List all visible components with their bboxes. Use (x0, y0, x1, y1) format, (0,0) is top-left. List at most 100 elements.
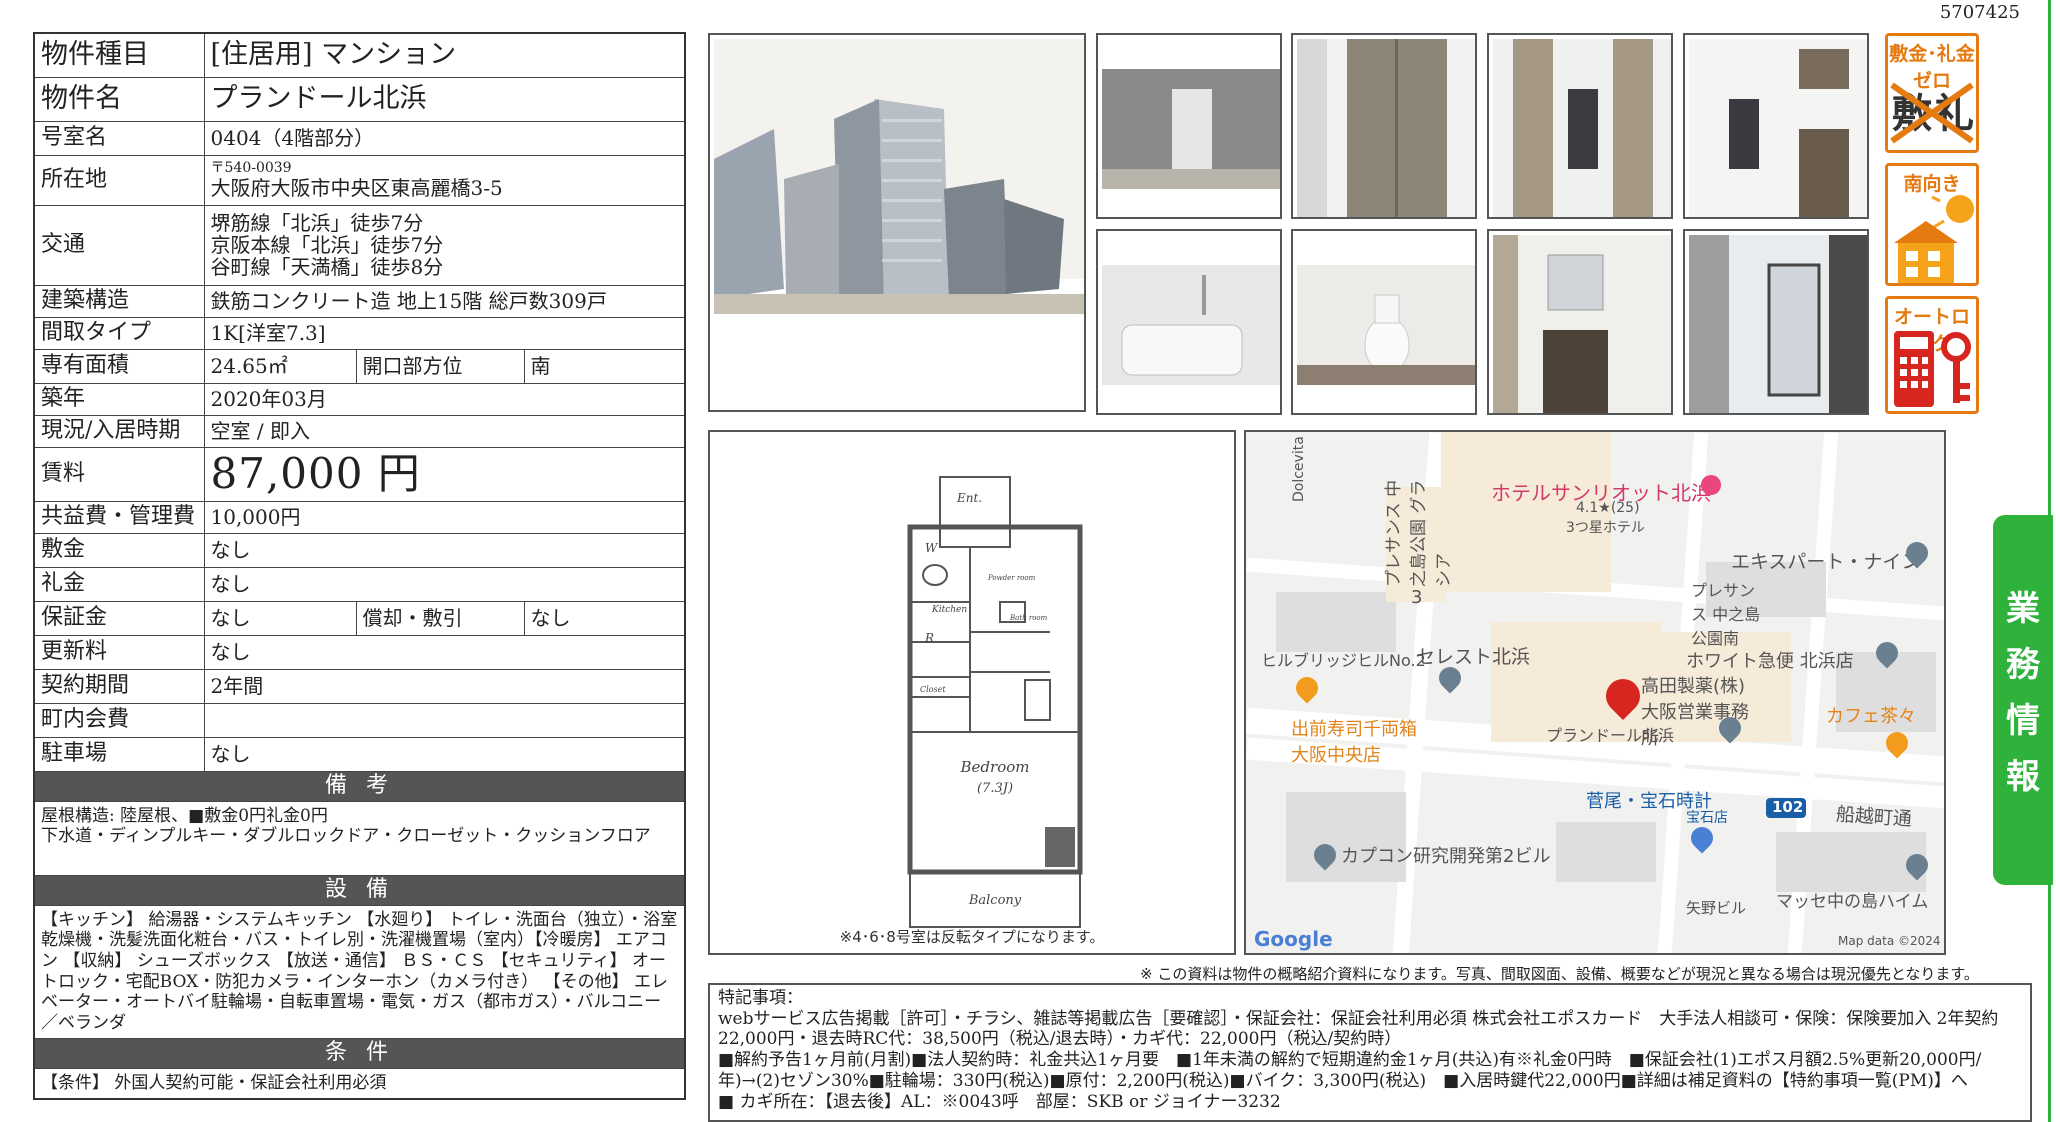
contract-label: 契約期間 (33, 668, 205, 704)
opening-value: 南 (523, 348, 686, 384)
keypad-key-icon (1894, 331, 1971, 407)
area-label: 専有面積 (33, 348, 205, 384)
layout-label: 間取タイプ (33, 316, 205, 350)
map-label-hilbridge: ヒルブリッジヒルNo.2 (1261, 651, 1426, 670)
plan-note: ※4･6･8号室は反転タイプになります。 (840, 928, 1105, 946)
guarantee-value: なし (203, 600, 357, 636)
sun-house-icon (1894, 195, 1974, 283)
structure-label: 建築構造 (33, 284, 205, 318)
side-tab-char: 業 (2006, 589, 2040, 629)
conditions-body: 【条件】 外国人契約可能・保証会社利用必須 (33, 1067, 686, 1100)
built-label: 築年 (33, 382, 205, 416)
conditions-header: 条 件 (33, 1037, 686, 1069)
remarks-header: 備 考 (33, 770, 686, 802)
balcony-image (1689, 235, 1867, 413)
badge-south-facing: 南向き (1885, 163, 1979, 286)
notes-line: webサービス広告掲載［許可］・チラシ、雑誌等掲載広告［要確認］・保証会社：保証… (718, 1008, 1999, 1050)
parking-value: なし (203, 736, 686, 772)
plan-closet-label: Closet (920, 685, 946, 694)
document-id: 5707425 (1939, 2, 2020, 23)
status-label: 現況/入居時期 (33, 414, 205, 448)
contract-value: 2年間 (203, 668, 686, 704)
building-exterior-image (714, 39, 1084, 410)
map-label-cafe: カフェ茶々 (1826, 706, 1916, 727)
transport-line: 堺筋線「北浜」徒歩7分 (210, 211, 424, 235)
room-photo-8[interactable] (1683, 229, 1869, 415)
map-label-celest: セレスト北浜 (1416, 646, 1531, 668)
google-logo: Google (1254, 927, 1333, 951)
notes-line: ■ カギ所在：【退去後】AL：※0043呼 部屋：SKB or ジョイナー323… (718, 1091, 1281, 1112)
town-fee-value (203, 702, 686, 738)
built-value: 2020年03月 (203, 382, 686, 416)
notes-line: ■解約予告1ヶ月前(月割)■法人契約時：礼金共込1ヶ月要 ■1年未満の解約で短期… (718, 1050, 1982, 1091)
plan-bedroom-label: Bedroom (960, 758, 1030, 776)
floor-plan[interactable]: Ent. W R Kitchen Powder room Bath room C… (708, 430, 1236, 955)
town-fee-label: 町内会費 (33, 702, 205, 738)
map-label-sushi: 出前寿司千両箱 大阪中央店 (1291, 719, 1417, 766)
facilities-header: 設 備 (33, 874, 686, 906)
parking-label: 駐車場 (33, 736, 205, 772)
map-label-sugao2: 宝石店 (1686, 810, 1728, 826)
transport-cell: 堺筋線「北浜」徒歩7分 京阪本線「北浜」徒歩7分 谷町線「天満橋」徒歩8分 (203, 204, 686, 286)
hotel-pin-icon[interactable] (1701, 475, 1721, 495)
room-photo-6[interactable] (1291, 229, 1477, 415)
plan-bath-label: Bath room (1009, 614, 1048, 622)
room-photo-5[interactable] (1096, 229, 1282, 415)
renewal-value: なし (203, 634, 686, 670)
amort-label: 償却・敷引 (355, 600, 525, 636)
notes-title: 特記事項： (718, 988, 803, 1008)
plan-w-label: W (925, 541, 939, 555)
transport-line: 京阪本線「北浜」徒歩7分 (210, 233, 444, 257)
map-label-hotel-rating: 4.1★(25) (1576, 500, 1640, 516)
deposit-label: 敷金 (33, 532, 205, 568)
key-money-value: なし (203, 566, 686, 602)
rent-value: 87,000 円 (203, 446, 686, 502)
room-photo-1[interactable] (1096, 33, 1282, 219)
room-photo-7[interactable] (1487, 229, 1673, 415)
name-label: 物件名 (33, 76, 205, 122)
plan-r-label: R (924, 631, 934, 645)
map-label-dolcevita: Dolcevita KITAHAMA (1291, 430, 1307, 502)
room-interior-image (1102, 39, 1280, 217)
name-value: プランドール北浜 (203, 76, 686, 122)
disclaimer-text: ※ この資料は物件の概略紹介資料になります。写真、間取図面、設備、概要などが現況… (1140, 965, 1979, 983)
address-label: 所在地 (33, 154, 205, 206)
special-notes: 特記事項： webサービス広告掲載［許可］・チラシ、雑誌等掲載広告［要確認］・保… (708, 983, 2032, 1122)
room-label: 号室名 (33, 120, 205, 156)
exterior-photo[interactable] (708, 33, 1086, 412)
rent-label: 賃料 (33, 446, 205, 502)
map-label-white: ホワイト急便 北浜店 (1686, 651, 1854, 672)
bathroom-image (1102, 235, 1280, 413)
plan-kitchen-label: Kitchen (931, 605, 967, 615)
plan-powder-label: Powder room (987, 574, 1036, 582)
fee-value: 10,000円 (203, 500, 686, 534)
transport-label: 交通 (33, 204, 205, 286)
map-label-funakoshi: 船越町通 (1835, 803, 1913, 831)
room-photo-3[interactable] (1487, 33, 1673, 219)
property-table: 物件種目 [住居用] マンション 物件名 プランドール北浜 号室名 0404（4… (33, 32, 686, 1100)
transport-line: 谷町線「天満橋」徒歩8分 (210, 255, 444, 279)
hallway-image (1493, 39, 1671, 217)
structure-value: 鉄筋コンクリート造 地上15階 総戸数309戸 (203, 284, 686, 318)
plan-bedroom-size: (7.3J) (977, 781, 1013, 796)
closet-image (1297, 39, 1475, 217)
map-label-capcom: カプコン研究開発第2ビル (1341, 846, 1551, 867)
map-label-plessance-glass: プレサンス 中之島公園 グラシア (1384, 479, 1454, 587)
location-map[interactable]: Dolcevita KITAHAMA プレサンス 中之島公園 グラシア ホテルサ… (1244, 430, 1946, 955)
plan-balcony-label: Balcony (968, 893, 1022, 908)
map-label-masse: マッセ中の島ハイム (1776, 892, 1929, 912)
deposit-value: なし (203, 532, 686, 568)
map-label-target: プランドール北浜 (1546, 726, 1675, 745)
business-info-tab[interactable]: 業 務 情 報 (1993, 515, 2053, 885)
room-photo-2[interactable] (1291, 33, 1477, 219)
room-value: 0404（4階部分） (203, 120, 686, 156)
toilet-image (1297, 235, 1475, 413)
postal-code: 〒540-0039 (210, 160, 292, 177)
layout-value: 1K[洋室7.3] (203, 316, 686, 350)
fee-label: 共益費・管理費 (33, 500, 205, 534)
side-tab-char: 報 (2006, 757, 2040, 797)
washbasin-image (1493, 235, 1671, 413)
no-deposit-icon: 敷 礼 (1890, 82, 1974, 144)
room-photo-4[interactable] (1683, 33, 1869, 219)
plan-ent-label: Ent. (956, 491, 982, 505)
